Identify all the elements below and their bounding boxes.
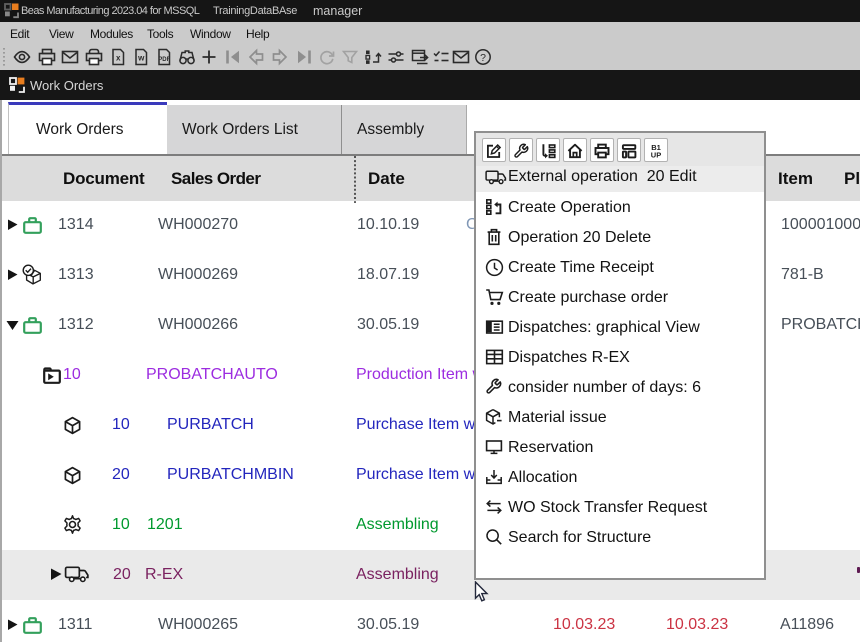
svg-text:w: w bbox=[137, 54, 145, 63]
svg-text:?: ? bbox=[480, 52, 486, 64]
svg-text:x: x bbox=[116, 54, 121, 63]
svg-text:UP: UP bbox=[651, 150, 661, 159]
svg-text:PDF: PDF bbox=[158, 57, 170, 63]
